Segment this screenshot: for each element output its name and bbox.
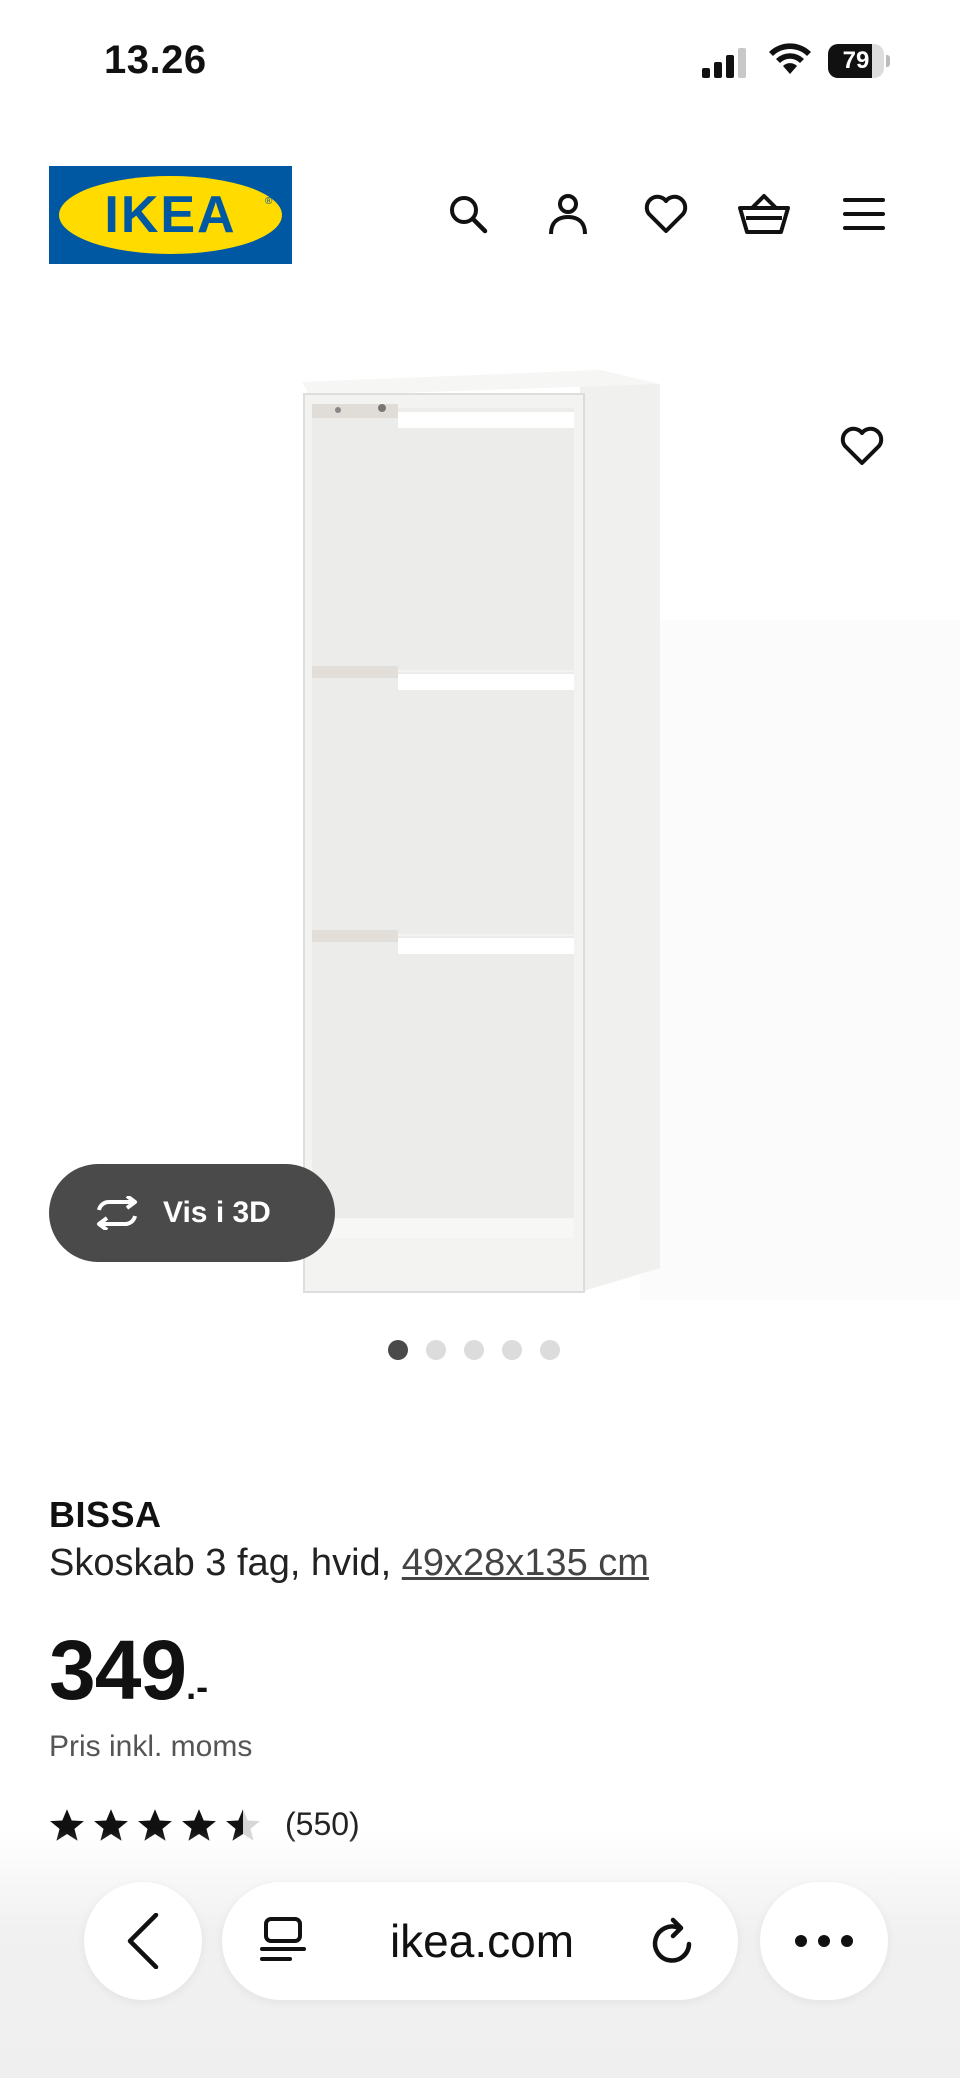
ikea-logo[interactable]: IKEA ® xyxy=(49,166,292,264)
reload-icon xyxy=(652,1917,692,1963)
account-button[interactable] xyxy=(540,186,596,242)
search-icon xyxy=(450,196,488,234)
pagination-dot[interactable] xyxy=(464,1340,484,1360)
status-bar: 13.26 79 xyxy=(0,0,960,120)
pagination-dot[interactable] xyxy=(426,1340,446,1360)
heart-icon xyxy=(840,426,884,465)
pagination-dot[interactable] xyxy=(540,1340,560,1360)
account-icon xyxy=(549,194,587,235)
product-description-text: Skoskab 3 fag, hvid, xyxy=(49,1542,402,1584)
product-price: 349.- xyxy=(49,1622,208,1719)
clock: 13.26 xyxy=(104,38,207,82)
cellular-signal-icon xyxy=(702,48,746,78)
image-pagination[interactable] xyxy=(388,1340,560,1362)
page-menu-button[interactable] xyxy=(256,1914,310,1968)
back-button[interactable] xyxy=(84,1882,202,2000)
product-dimensions-link[interactable]: 49x28x135 cm xyxy=(402,1542,649,1584)
price-integer: 349 xyxy=(49,1623,187,1717)
basket-button[interactable] xyxy=(736,186,792,242)
more-options-button[interactable] xyxy=(760,1882,888,2000)
logo-text: IKEA xyxy=(104,186,237,244)
product-description: Skoskab 3 fag, hvid, 49x28x135 cm xyxy=(49,1542,649,1585)
chevron-left-icon xyxy=(127,1913,159,1969)
favorites-button[interactable] xyxy=(638,186,694,242)
reader-tabs-icon xyxy=(260,1917,306,1961)
battery-level: 79 xyxy=(842,47,870,74)
reload-button[interactable] xyxy=(646,1914,700,1968)
product-name: BISSA xyxy=(49,1494,162,1535)
pagination-dot[interactable] xyxy=(502,1340,522,1360)
search-button[interactable] xyxy=(440,186,496,242)
view-in-3d-button[interactable]: Vis i 3D xyxy=(49,1164,335,1262)
ellipsis-icon xyxy=(795,1935,853,1947)
view-in-3d-label: Vis i 3D xyxy=(163,1196,271,1229)
menu-button[interactable] xyxy=(836,186,892,242)
vat-note: Pris inkl. moms xyxy=(49,1730,253,1763)
price-suffix: .- xyxy=(186,1666,209,1707)
pagination-dot[interactable] xyxy=(388,1340,408,1360)
save-to-favorites-button[interactable] xyxy=(834,418,890,474)
url-text: ikea.com xyxy=(389,1915,575,1967)
address-bar[interactable]: ikea.com xyxy=(222,1882,738,2000)
wifi-icon xyxy=(769,43,811,74)
menu-icon xyxy=(843,198,885,230)
battery-icon: 79 xyxy=(828,44,890,78)
shopping-basket-icon xyxy=(738,194,790,234)
rotate-3d-icon xyxy=(97,1196,137,1230)
favorites-heart-icon xyxy=(644,194,688,233)
